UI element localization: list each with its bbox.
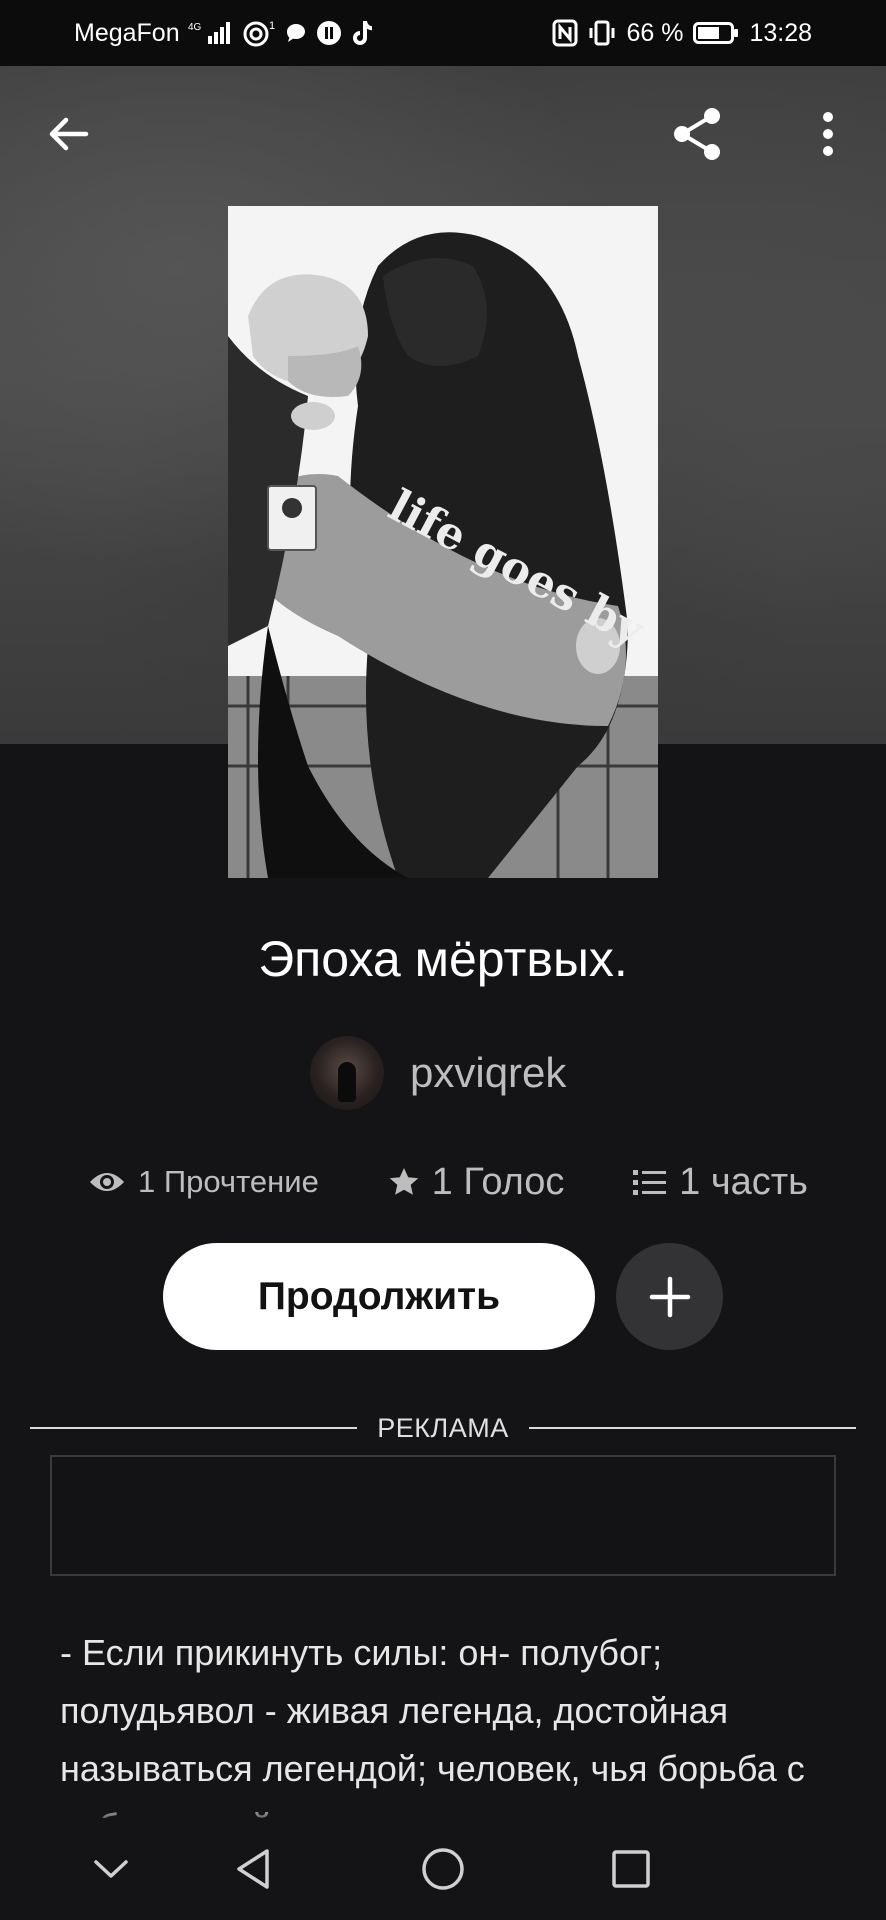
vibrate-icon: [588, 19, 616, 47]
eye-icon: [90, 1173, 124, 1191]
share-icon: [674, 108, 720, 160]
network-type: 4G: [188, 22, 202, 33]
ad-label: РЕКЛАМА: [377, 1412, 509, 1443]
star-icon: [389, 1168, 418, 1195]
back-button[interactable]: [32, 98, 104, 170]
story-preview: - Если прикинуть силы: он- полубог; полу…: [60, 1632, 805, 1824]
nav-recents-button[interactable]: [600, 1838, 662, 1900]
tiktok-icon: [350, 19, 374, 47]
square-recents-icon: [612, 1850, 650, 1888]
list-icon: [633, 1170, 667, 1195]
clock: 13:28: [749, 18, 812, 47]
triangle-back-icon: [237, 1849, 269, 1889]
divider-line: [528, 1427, 857, 1429]
book-cover[interactable]: life goes by: [228, 206, 658, 878]
avatar[interactable]: [310, 1036, 384, 1110]
chevron-down-icon: [94, 1860, 128, 1878]
signal-icon: 4G: [188, 20, 234, 46]
votes-count: 1 Голос: [431, 1160, 565, 1203]
reads-count: 1 Прочтение: [138, 1164, 319, 1199]
share-button[interactable]: [662, 98, 734, 170]
nfc-icon: [552, 19, 578, 47]
reads-stat: 1 Прочтение: [88, 1164, 319, 1200]
chat-icon: [284, 21, 308, 45]
nav-back-button[interactable]: [222, 1838, 284, 1900]
system-nav-bar: [0, 1818, 886, 1920]
ad-divider: РЕКЛАМА: [30, 1410, 857, 1446]
more-vertical-icon: [823, 112, 833, 156]
book-title: Эпоха мёртвых.: [258, 931, 628, 987]
ad-slot[interactable]: [50, 1455, 836, 1576]
parts-stat: 1 часть: [633, 1161, 808, 1204]
arrow-left-icon: [49, 117, 89, 151]
divider-line: [30, 1427, 358, 1429]
author-name[interactable]: pxviqrek: [410, 1049, 566, 1097]
add-to-library-button[interactable]: [616, 1243, 723, 1350]
cover-illustration: life goes by: [228, 206, 658, 878]
plus-icon: [649, 1276, 690, 1317]
battery-percent: 66 %: [626, 18, 684, 47]
parts-count: 1 часть: [679, 1160, 808, 1203]
continue-reading-button[interactable]: Продолжить: [163, 1243, 595, 1350]
nav-collapse-button[interactable]: [80, 1838, 142, 1900]
book-stats: 1 Прочтение 1 Голос 1 часть: [88, 1152, 808, 1212]
hotspot-icon: 1: [242, 19, 276, 47]
carrier-name: MegaFon: [74, 18, 180, 47]
votes-stat: 1 Голос: [388, 1160, 565, 1204]
battery-icon: [693, 21, 739, 45]
app-notification-icon: [316, 20, 342, 46]
status-bar: MegaFon 4G 1 66 % 13:28: [0, 0, 886, 66]
more-options-button[interactable]: [792, 98, 864, 170]
author-link[interactable]: pxviqrek: [310, 1036, 566, 1110]
hotspot-count: 1: [269, 20, 275, 32]
circle-home-icon: [422, 1848, 464, 1890]
nav-home-button[interactable]: [412, 1838, 474, 1900]
